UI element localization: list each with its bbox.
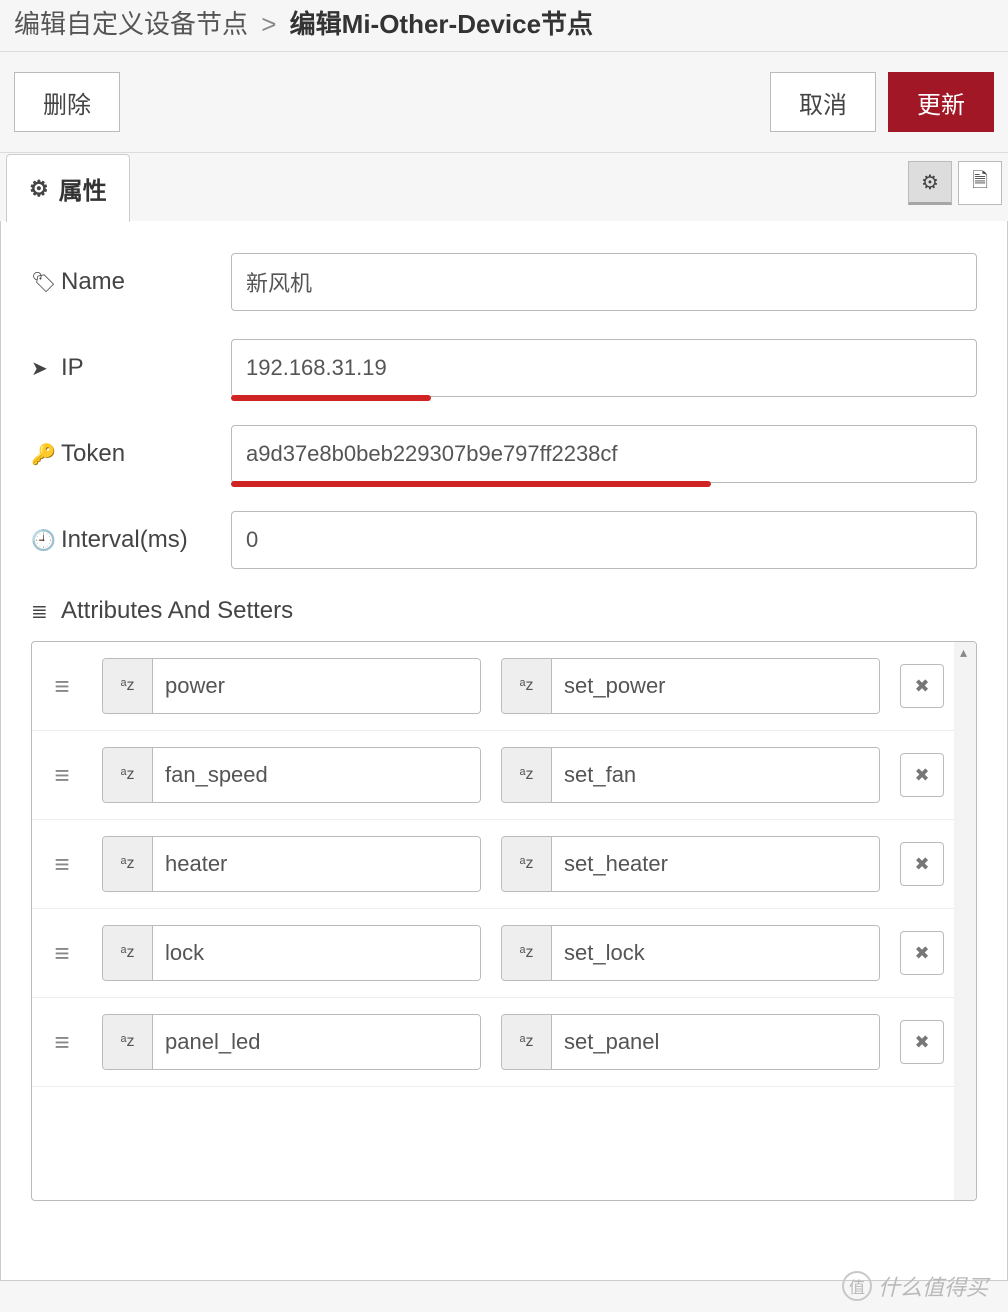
delete-row-button[interactable]: ✖ bbox=[900, 931, 944, 975]
key-icon: 🔑 bbox=[31, 442, 61, 467]
token-input[interactable] bbox=[231, 425, 977, 483]
setter-field: ᵃz bbox=[501, 658, 880, 714]
tab-bar: ⚙ 属性 ⚙ 🗎 bbox=[0, 153, 1008, 221]
breadcrumb-parent[interactable]: 编辑自定义设备节点 bbox=[14, 9, 248, 39]
ip-label: IP bbox=[61, 354, 84, 382]
attr-input[interactable] bbox=[153, 926, 480, 980]
az-icon: ᵃz bbox=[502, 748, 552, 802]
drag-handle-icon[interactable]: ≡ bbox=[42, 760, 82, 791]
interval-input[interactable] bbox=[231, 511, 977, 569]
breadcrumb-current: 编辑Mi-Other-Device节点 bbox=[290, 9, 593, 39]
attr-field: ᵃz bbox=[102, 658, 481, 714]
scrollbar-track[interactable]: ▴ bbox=[954, 642, 976, 1200]
interval-label: Interval(ms) bbox=[61, 526, 188, 554]
row-name: 🏷 Name bbox=[31, 253, 977, 311]
delete-row-button[interactable]: ✖ bbox=[900, 753, 944, 797]
settings-icon-button[interactable]: ⚙ bbox=[908, 161, 952, 205]
attr-field: ᵃz bbox=[102, 925, 481, 981]
scroll-up-icon[interactable]: ▴ bbox=[960, 644, 974, 658]
attr-input[interactable] bbox=[153, 748, 480, 802]
az-icon: ᵃz bbox=[502, 659, 552, 713]
setter-field: ᵃz bbox=[501, 747, 880, 803]
drag-handle-icon[interactable]: ≡ bbox=[42, 849, 82, 880]
attr-row: ≡ ᵃz ᵃz ✖ bbox=[32, 820, 954, 909]
az-icon: ᵃz bbox=[103, 837, 153, 891]
attr-row: ≡ ᵃz ᵃz ✖ bbox=[32, 998, 954, 1087]
az-icon: ᵃz bbox=[502, 926, 552, 980]
token-label: Token bbox=[61, 440, 125, 468]
setter-input[interactable] bbox=[552, 748, 879, 802]
delete-row-button[interactable]: ✖ bbox=[900, 842, 944, 886]
row-token: 🔑 Token bbox=[31, 425, 977, 483]
attr-field: ᵃz bbox=[102, 836, 481, 892]
az-icon: ᵃz bbox=[103, 1015, 153, 1069]
row-ip: ➤ IP bbox=[31, 339, 977, 397]
update-button[interactable]: 更新 bbox=[888, 72, 994, 132]
breadcrumb-sep: > bbox=[255, 9, 282, 39]
attrs-section-label: Attributes And Setters bbox=[61, 597, 293, 625]
attr-input[interactable] bbox=[153, 837, 480, 891]
arrow-icon: ➤ bbox=[31, 356, 61, 381]
setter-field: ᵃz bbox=[501, 1014, 880, 1070]
row-interval: 🕘 Interval(ms) bbox=[31, 511, 977, 569]
token-underline-annotation bbox=[231, 481, 711, 487]
setter-input[interactable] bbox=[552, 659, 879, 713]
attr-row: ≡ ᵃz ᵃz ✖ bbox=[32, 642, 954, 731]
attr-row: ≡ ᵃz ᵃz ✖ bbox=[32, 731, 954, 820]
setter-field: ᵃz bbox=[501, 925, 880, 981]
attr-field: ᵃz bbox=[102, 747, 481, 803]
az-icon: ᵃz bbox=[103, 748, 153, 802]
action-bar: 删除 取消 更新 bbox=[0, 52, 1008, 153]
setter-input[interactable] bbox=[552, 926, 879, 980]
tab-properties[interactable]: ⚙ 属性 bbox=[6, 154, 130, 222]
attr-input[interactable] bbox=[153, 1015, 480, 1069]
az-icon: ᵃz bbox=[502, 837, 552, 891]
ip-input[interactable] bbox=[231, 339, 977, 397]
az-icon: ᵃz bbox=[103, 926, 153, 980]
attr-field: ᵃz bbox=[102, 1014, 481, 1070]
delete-row-button[interactable]: ✖ bbox=[900, 1020, 944, 1064]
gear-icon: ⚙ bbox=[29, 176, 49, 202]
setter-field: ᵃz bbox=[501, 836, 880, 892]
az-icon: ᵃz bbox=[502, 1015, 552, 1069]
attr-row: ≡ ᵃz ᵃz ✖ bbox=[32, 909, 954, 998]
tab-properties-label: 属性 bbox=[59, 171, 107, 206]
attrs-section-header: ≣ Attributes And Setters bbox=[31, 597, 977, 625]
breadcrumb: 编辑自定义设备节点 > 编辑Mi-Other-Device节点 bbox=[0, 0, 1008, 52]
info-icon-button[interactable]: 🗎 bbox=[958, 161, 1002, 205]
setter-input[interactable] bbox=[552, 1015, 879, 1069]
drag-handle-icon[interactable]: ≡ bbox=[42, 671, 82, 702]
attrs-listbox: ▴ ≡ ᵃz ᵃz ✖ ≡ ᵃz ᵃz ✖ ≡ ᵃz ᵃz ✖ ≡ ᵃz ᵃz ✖ ≡ ᵃz ᵃz ✖ bbox=[31, 641, 977, 1201]
delete-row-button[interactable]: ✖ bbox=[900, 664, 944, 708]
delete-button[interactable]: 删除 bbox=[14, 72, 120, 132]
bars-icon: ≣ bbox=[31, 599, 61, 624]
cancel-button[interactable]: 取消 bbox=[770, 72, 876, 132]
clock-icon: 🕘 bbox=[31, 528, 61, 553]
az-icon: ᵃz bbox=[103, 659, 153, 713]
name-input[interactable] bbox=[231, 253, 977, 311]
tag-icon: 🏷 bbox=[31, 270, 61, 295]
name-label: Name bbox=[61, 268, 125, 296]
drag-handle-icon[interactable]: ≡ bbox=[42, 938, 82, 969]
attr-input[interactable] bbox=[153, 659, 480, 713]
setter-input[interactable] bbox=[552, 837, 879, 891]
form-panel: 🏷 Name ➤ IP 🔑 Token 🕘 Interval(ms) ≣ Att… bbox=[0, 221, 1008, 1281]
drag-handle-icon[interactable]: ≡ bbox=[42, 1027, 82, 1058]
ip-underline-annotation bbox=[231, 395, 431, 401]
